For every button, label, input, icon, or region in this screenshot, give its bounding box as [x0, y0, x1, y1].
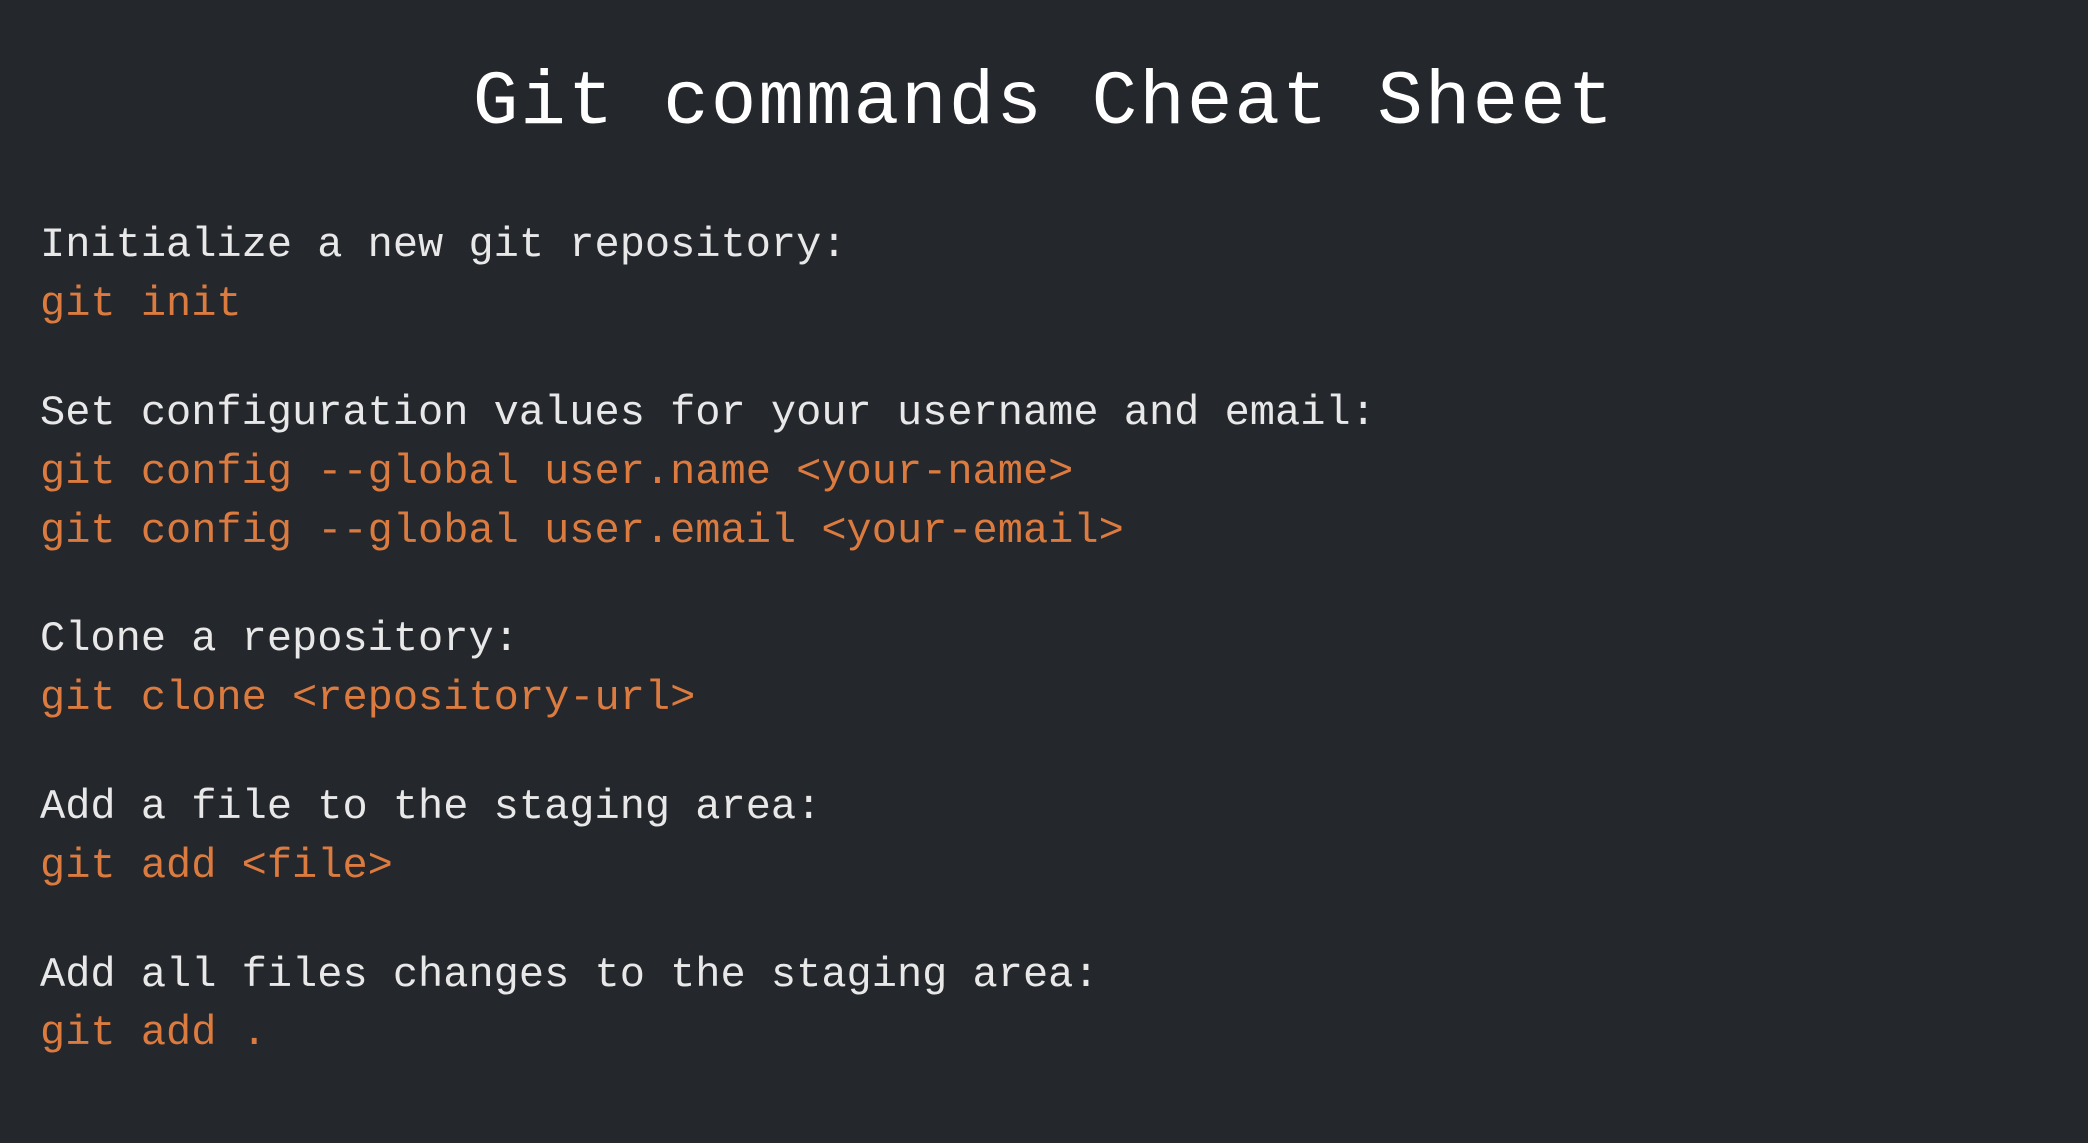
description: Add a file to the staging area: — [40, 778, 2048, 837]
command: git config --global user.name <your-name… — [40, 443, 2048, 502]
page-title: Git commands Cheat Sheet — [40, 50, 2048, 156]
description: Set configuration values for your userna… — [40, 384, 2048, 443]
entry-config: Set configuration values for your userna… — [40, 384, 2048, 560]
command: git init — [40, 275, 2048, 334]
command: git add . — [40, 1004, 2048, 1063]
entry-clone: Clone a repository: git clone <repositor… — [40, 610, 2048, 728]
command: git config --global user.email <your-ema… — [40, 502, 2048, 561]
description: Clone a repository: — [40, 610, 2048, 669]
entry-add-all: Add all files changes to the staging are… — [40, 946, 2048, 1064]
entry-init: Initialize a new git repository: git ini… — [40, 216, 2048, 334]
description: Add all files changes to the staging are… — [40, 946, 2048, 1005]
description: Initialize a new git repository: — [40, 216, 2048, 275]
command: git add <file> — [40, 837, 2048, 896]
entry-add-file: Add a file to the staging area: git add … — [40, 778, 2048, 896]
command: git clone <repository-url> — [40, 669, 2048, 728]
